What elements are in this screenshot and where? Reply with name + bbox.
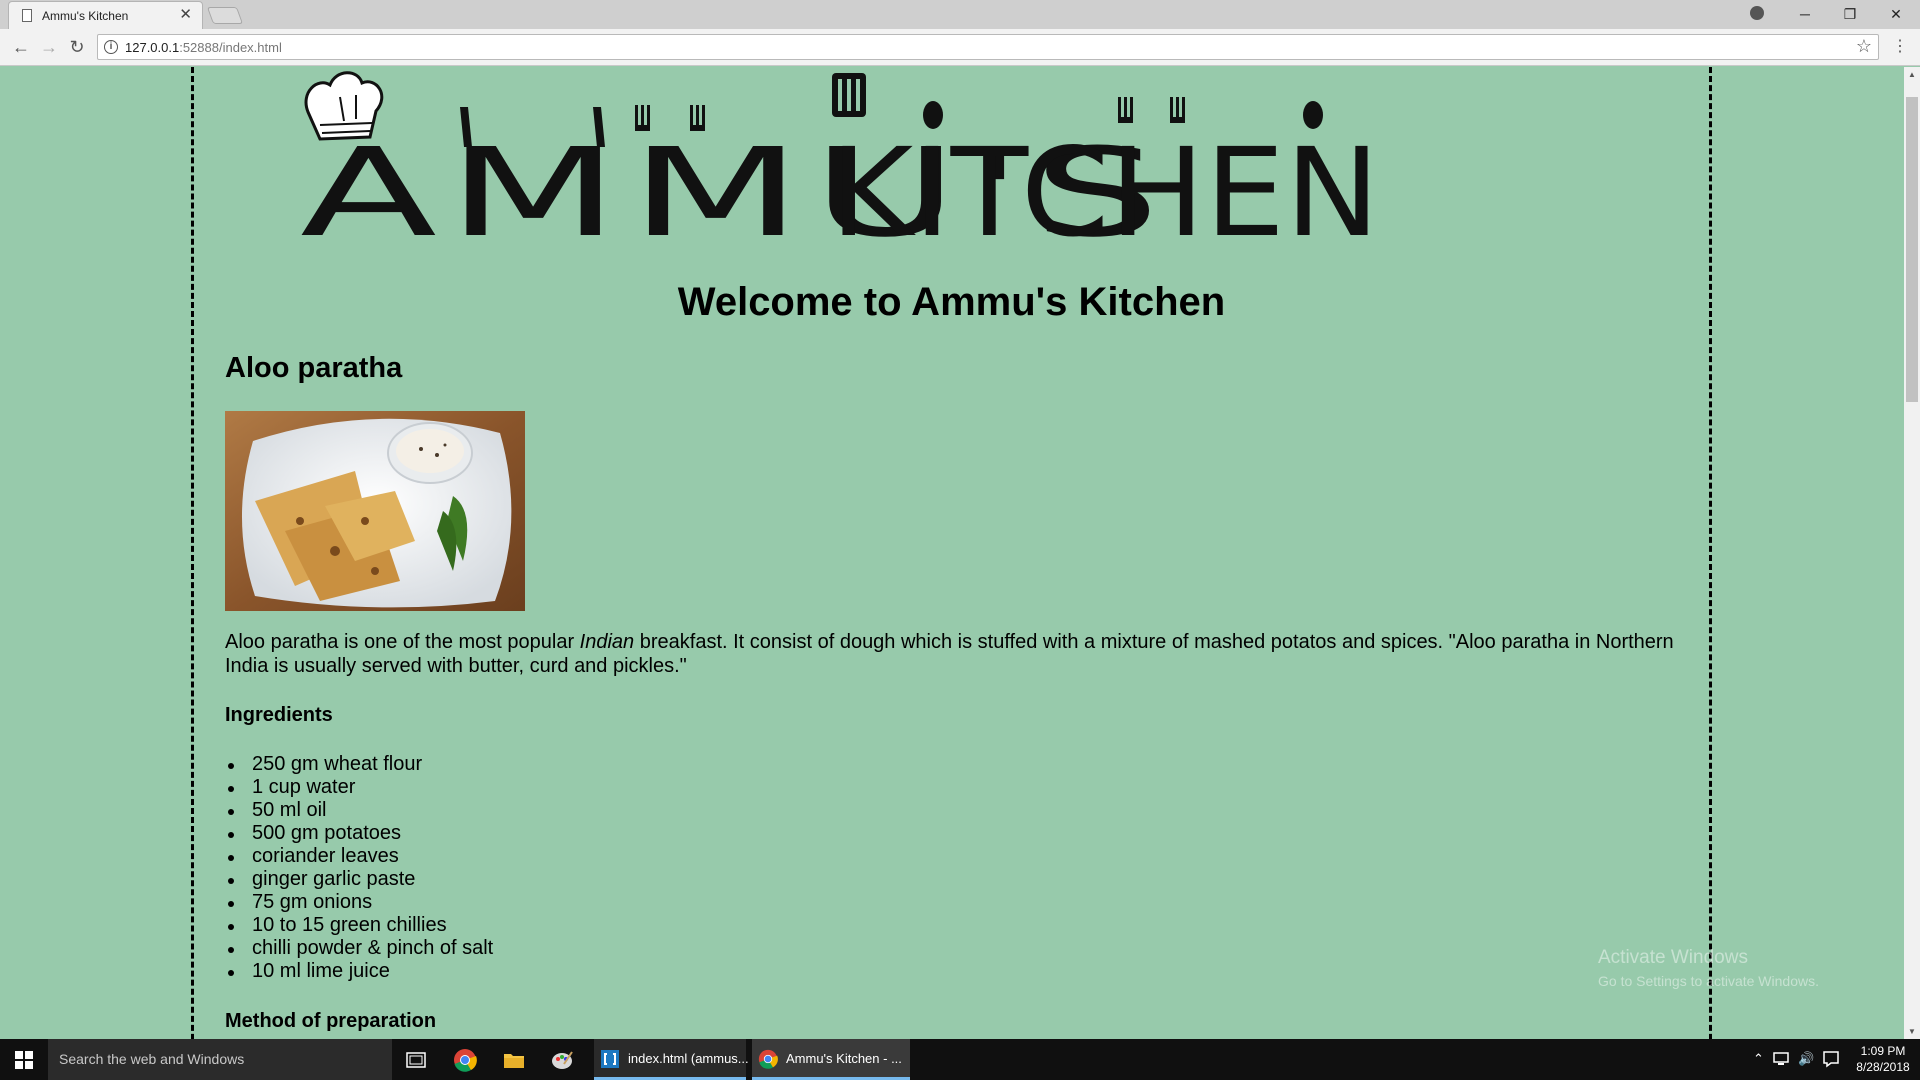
- new-tab-button[interactable]: [206, 7, 244, 24]
- clock-time: 1:09 PM: [1860, 1044, 1906, 1058]
- system-clock[interactable]: 1:09 PM 8/28/2018: [1848, 1043, 1918, 1075]
- back-arrow-icon[interactable]: ←: [10, 36, 32, 58]
- list-item: 1 cup water: [225, 776, 493, 799]
- action-center-icon[interactable]: [1822, 1050, 1840, 1068]
- account-icon[interactable]: [1750, 6, 1764, 20]
- chrome-icon: [758, 1049, 778, 1069]
- show-hidden-icons-icon[interactable]: ⌃: [1753, 1051, 1764, 1067]
- browser-tab-strip: Ammu's Kitchen ✕ ─ ❐ ✕: [0, 0, 1920, 29]
- volume-icon[interactable]: 🔊: [1798, 1051, 1814, 1067]
- browser-menu-icon[interactable]: ⋮: [1892, 36, 1908, 58]
- fork-icon: [1118, 97, 1133, 123]
- scroll-up-arrow-icon[interactable]: ▲: [1908, 70, 1916, 79]
- search-placeholder: Search the web and Windows: [59, 1051, 245, 1067]
- task-view-icon[interactable]: [404, 1048, 428, 1072]
- restore-button[interactable]: ❐: [1838, 4, 1862, 24]
- list-item: 10 to 15 green chillies: [225, 914, 493, 937]
- scroll-down-arrow-icon[interactable]: ▼: [1908, 1027, 1916, 1036]
- minimize-button[interactable]: ─: [1793, 4, 1817, 24]
- tab-close-icon[interactable]: ✕: [179, 7, 192, 23]
- reload-icon[interactable]: ↻: [66, 36, 88, 58]
- list-item: 10 ml lime juice: [225, 960, 493, 983]
- brackets-icon: [601, 1050, 619, 1068]
- list-item: chilli powder & pinch of salt: [225, 937, 493, 960]
- list-item: 50 ml oil: [225, 799, 493, 822]
- recipe-title: Aloo paratha: [225, 352, 403, 384]
- list-item: coriander leaves: [225, 845, 493, 868]
- bookmark-star-icon[interactable]: ☆: [1856, 36, 1872, 57]
- task-chrome-label: Ammu's Kitchen - ...: [786, 1051, 902, 1066]
- address-bar[interactable]: i 127.0.0.1:52888/index.html ☆: [97, 34, 1879, 60]
- emphasis-indian: Indian: [579, 631, 635, 653]
- task-chrome[interactable]: Ammu's Kitchen - ...: [752, 1039, 910, 1080]
- method-heading: Method of preparation: [225, 1010, 437, 1032]
- recipe-description: Aloo paratha is one of the most popular …: [225, 631, 1674, 677]
- tab-title: Ammu's Kitchen: [42, 9, 129, 23]
- windows-taskbar: Search the web and Windows index.html (a…: [0, 1039, 1920, 1080]
- browser-toolbar: ← → ↻ i 127.0.0.1:52888/index.html ☆ ⋮: [0, 29, 1920, 66]
- paint-icon[interactable]: [550, 1048, 574, 1072]
- task-brackets[interactable]: index.html (ammus...: [594, 1039, 749, 1080]
- ingredients-heading: Ingredients: [225, 704, 333, 726]
- vertical-scrollbar[interactable]: ▲ ▼: [1904, 67, 1920, 1039]
- tab-ammus-kitchen[interactable]: Ammu's Kitchen ✕: [8, 1, 203, 29]
- scrollbar-thumb[interactable]: [1906, 97, 1918, 402]
- chrome-icon[interactable]: [453, 1048, 477, 1072]
- forward-arrow-icon[interactable]: →: [38, 36, 60, 58]
- info-icon[interactable]: i: [104, 40, 118, 54]
- svg-text:KITCHEN: KITCHEN: [830, 122, 1380, 242]
- ammus-kitchen-logo: AMMU'S KITCHEN: [300, 71, 1380, 242]
- spatula-icon: [832, 73, 866, 117]
- file-explorer-icon[interactable]: [502, 1048, 526, 1072]
- activate-windows-watermark: Activate Windows Go to Settings to activ…: [1598, 947, 1819, 989]
- aloo-paratha-photo: [225, 411, 525, 611]
- page-icon: [22, 9, 32, 22]
- page-viewport: AMMU'S KITCHEN Welcome to Ammu's Kitchen…: [0, 67, 1904, 1039]
- list-item: ginger garlic paste: [225, 868, 493, 891]
- task-brackets-label: index.html (ammus...: [628, 1051, 749, 1066]
- list-item: 500 gm potatoes: [225, 822, 493, 845]
- list-item: 75 gm onions: [225, 891, 493, 914]
- list-item: 250 gm wheat flour: [225, 753, 493, 776]
- ingredients-list: 250 gm wheat flour 1 cup water 50 ml oil…: [225, 753, 493, 983]
- page-title: Welcome to Ammu's Kitchen: [677, 280, 1226, 324]
- url-text[interactable]: 127.0.0.1:52888/index.html: [125, 40, 282, 55]
- taskbar-search-box[interactable]: Search the web and Windows: [48, 1039, 392, 1080]
- page-container: AMMU'S KITCHEN Welcome to Ammu's Kitchen…: [191, 67, 1712, 1039]
- windows-start-icon[interactable]: [15, 1051, 33, 1069]
- clock-date: 8/28/2018: [1856, 1060, 1910, 1074]
- fork-icon: [1170, 97, 1185, 123]
- network-icon[interactable]: [1772, 1050, 1790, 1068]
- close-window-button[interactable]: ✕: [1884, 4, 1908, 24]
